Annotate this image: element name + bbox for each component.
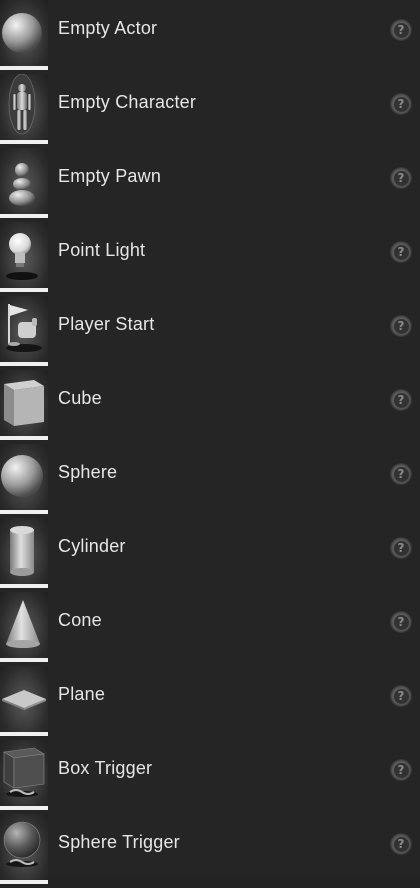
sphere-thumbnail <box>0 444 48 514</box>
thumbnail-underline <box>0 140 48 144</box>
actor-item-box-trigger[interactable]: Box Trigger ? <box>0 740 420 814</box>
help-icon[interactable]: ? <box>390 685 412 707</box>
cylinder-icon <box>10 526 34 576</box>
actor-item-empty-pawn[interactable]: Empty Pawn ? <box>0 148 420 222</box>
place-actors-list: Empty Actor ? Empty Character ? Empty Pa… <box>0 0 420 884</box>
empty-actor-thumbnail <box>0 0 48 70</box>
actor-item-plane[interactable]: Plane ? <box>0 666 420 740</box>
thumbnail-underline <box>0 658 48 662</box>
thumbnail-underline <box>0 510 48 514</box>
thumbnail-underline <box>0 584 48 588</box>
help-icon[interactable]: ? <box>390 759 412 781</box>
actor-label: Cylinder <box>58 536 126 556</box>
actor-item-cylinder[interactable]: Cylinder ? <box>0 518 420 592</box>
help-icon[interactable]: ? <box>390 19 412 41</box>
actor-item-player-start[interactable]: Player Start ? <box>0 296 420 370</box>
thumbnail-underline <box>0 362 48 366</box>
help-icon[interactable]: ? <box>390 167 412 189</box>
actor-label: Empty Character <box>58 92 197 112</box>
help-icon[interactable]: ? <box>390 389 412 411</box>
help-icon[interactable]: ? <box>390 241 412 263</box>
thumbnail-underline <box>0 436 48 440</box>
player-start-thumbnail <box>0 296 48 366</box>
thumbnail-underline <box>0 214 48 218</box>
sphere-trigger-icon <box>3 821 41 867</box>
cube-icon <box>4 380 44 426</box>
plane-icon <box>2 690 46 710</box>
pawn-icon <box>9 163 35 206</box>
player-start-icon <box>6 304 42 352</box>
cube-thumbnail <box>0 370 48 440</box>
cone-thumbnail <box>0 592 48 662</box>
actor-label: Point Light <box>58 240 146 260</box>
thumbnail-underline <box>0 288 48 292</box>
help-icon[interactable]: ? <box>390 463 412 485</box>
sphere-icon <box>2 13 42 53</box>
actor-item-empty-actor[interactable]: Empty Actor ? <box>0 0 420 74</box>
actor-item-cube[interactable]: Cube ? <box>0 370 420 444</box>
box-trigger-thumbnail <box>0 740 48 810</box>
actor-label: Sphere Trigger <box>58 832 180 852</box>
actor-item-sphere[interactable]: Sphere ? <box>0 444 420 518</box>
actor-label: Sphere <box>58 462 118 482</box>
actor-item-sphere-trigger[interactable]: Sphere Trigger ? <box>0 814 420 888</box>
actor-label: Empty Actor <box>58 18 158 38</box>
cylinder-thumbnail <box>0 518 48 588</box>
help-icon[interactable]: ? <box>390 611 412 633</box>
help-icon[interactable]: ? <box>390 833 412 855</box>
actor-item-cone[interactable]: Cone ? <box>0 592 420 666</box>
thumbnail-underline <box>0 806 48 810</box>
thumbnail-underline <box>0 880 48 884</box>
point-light-thumbnail <box>0 222 48 292</box>
help-icon[interactable]: ? <box>390 537 412 559</box>
mannequin-icon <box>8 74 36 135</box>
thumbnail-underline <box>0 66 48 70</box>
actor-label: Plane <box>58 684 106 704</box>
actor-label: Player Start <box>58 314 155 334</box>
cone-icon <box>6 600 40 648</box>
actor-label: Box Trigger <box>58 758 153 778</box>
box-trigger-icon <box>3 747 45 797</box>
thumbnail-underline <box>0 732 48 736</box>
help-icon[interactable]: ? <box>390 93 412 115</box>
actor-label: Cone <box>58 610 102 630</box>
help-icon[interactable]: ? <box>390 315 412 337</box>
plane-thumbnail <box>0 666 48 736</box>
actor-item-point-light[interactable]: Point Light ? <box>0 222 420 296</box>
actor-item-empty-character[interactable]: Empty Character ? <box>0 74 420 148</box>
actor-label: Cube <box>58 388 102 408</box>
empty-pawn-thumbnail <box>0 148 48 218</box>
sphere-icon <box>1 455 43 497</box>
actor-label: Empty Pawn <box>58 166 162 186</box>
empty-character-thumbnail <box>0 74 48 144</box>
light-bulb-icon <box>6 233 38 280</box>
